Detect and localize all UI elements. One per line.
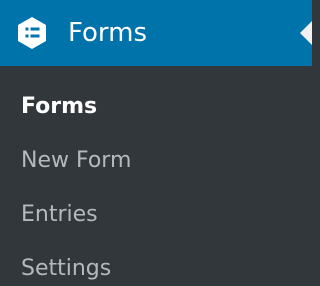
- forms-list-icon: [14, 15, 50, 51]
- forms-menu-title: Forms: [68, 18, 148, 48]
- current-menu-arrow: [300, 21, 312, 45]
- submenu-item-entries[interactable]: Entries: [21, 198, 98, 232]
- submenu-item-settings[interactable]: Settings: [21, 252, 111, 286]
- forms-menu-header[interactable]: Forms: [0, 0, 312, 66]
- submenu-item-forms[interactable]: Forms: [21, 90, 97, 124]
- submenu-item-new-form[interactable]: New Form: [21, 144, 131, 178]
- forms-submenu: Forms New Form Entries Settings: [0, 66, 312, 282]
